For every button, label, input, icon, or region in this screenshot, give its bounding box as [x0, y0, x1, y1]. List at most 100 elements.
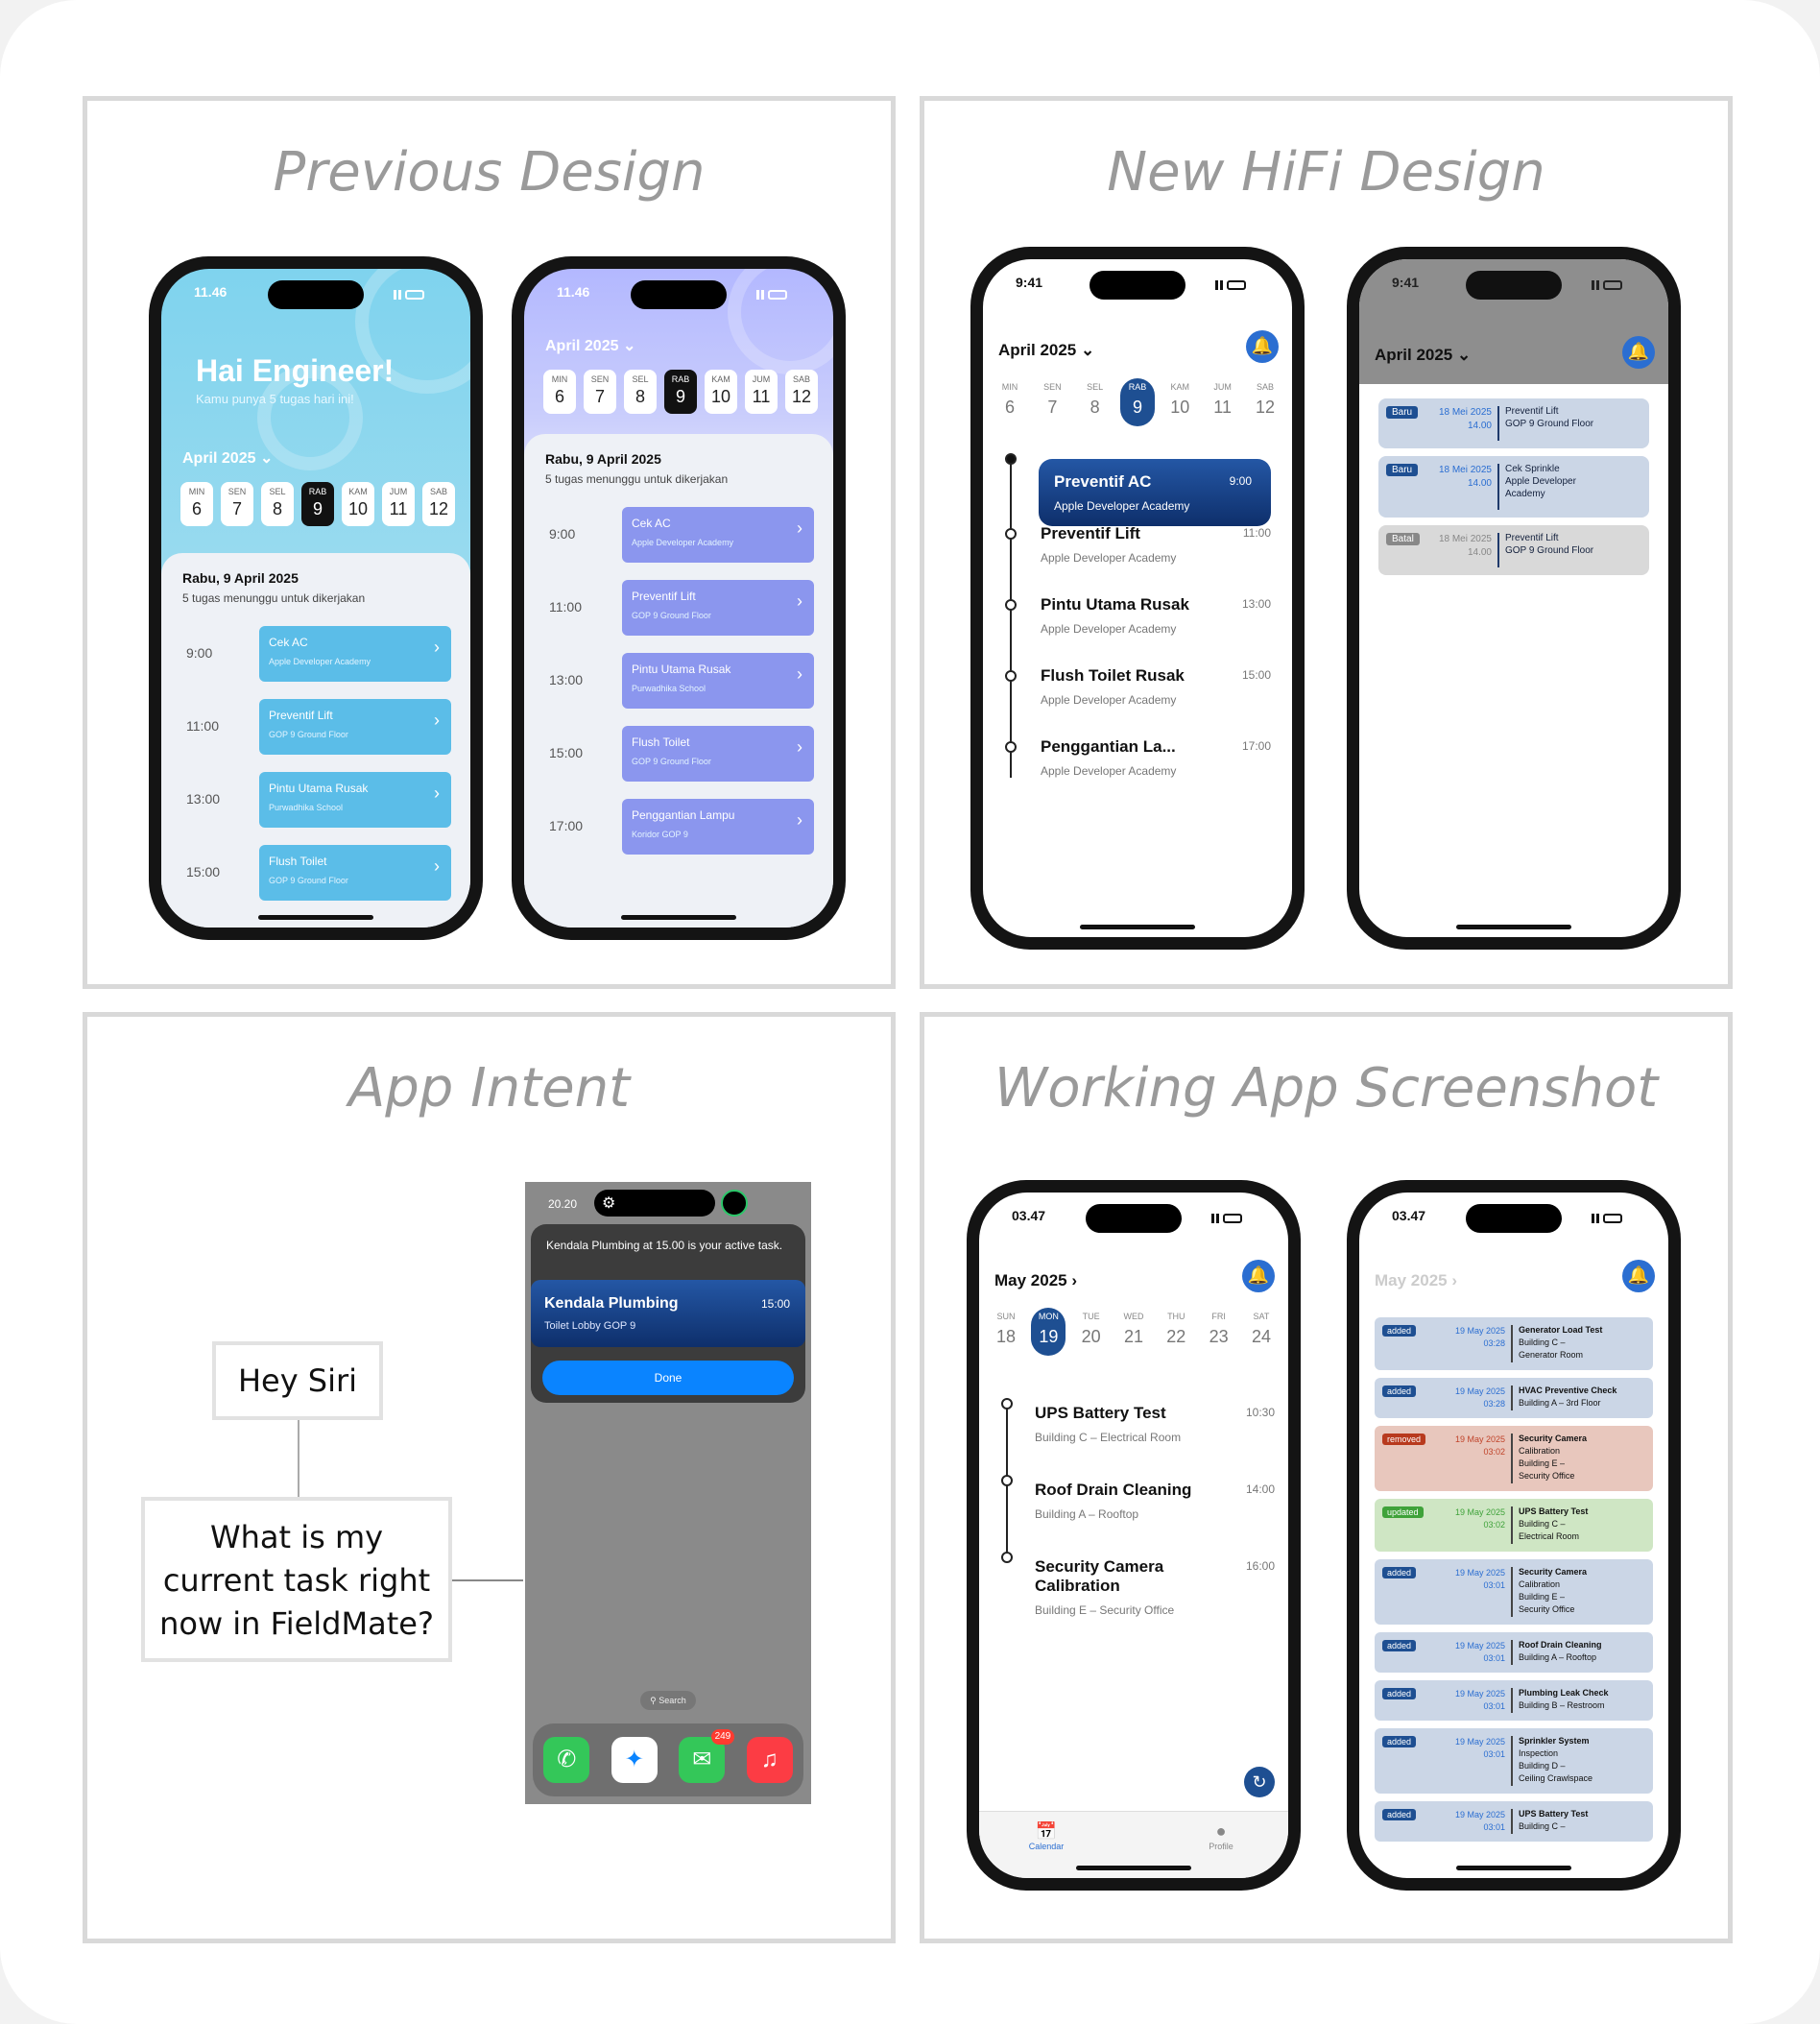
- notification-time: 14.00: [1467, 478, 1492, 489]
- task-card[interactable]: Pintu Utama Rusak Purwadhika School ›: [259, 772, 451, 828]
- log-line: UPS Battery Test: [1519, 1809, 1589, 1819]
- task-row: 15:00 Flush Toilet GOP 9 Ground Floor ›: [177, 845, 451, 901]
- change-log-item[interactable]: updated 19 May 2025 03:02 UPS Battery Test B…: [1375, 1499, 1653, 1552]
- day-12[interactable]: SAB 12: [785, 370, 818, 414]
- change-log-item[interactable]: added 19 May 2025 03:01 UPS Battery Test Bui…: [1375, 1801, 1653, 1842]
- day-20[interactable]: TUE 20: [1074, 1308, 1109, 1356]
- notification-text: Cek Sprinkle Apple Developer Academy: [1505, 463, 1643, 500]
- month-selector[interactable]: April 2025 ⌄: [545, 336, 635, 355]
- month-selector[interactable]: May 2025 ›: [994, 1271, 1077, 1290]
- day-22[interactable]: THU 22: [1159, 1308, 1193, 1356]
- day-8[interactable]: SEL 8: [261, 482, 294, 526]
- done-button[interactable]: Done: [542, 1361, 794, 1395]
- task-card[interactable]: Pintu Utama Rusak Purwadhika School ›: [622, 653, 814, 709]
- task-item[interactable]: Preventif Lift Apple Developer Academy 11:…: [1041, 524, 1271, 565]
- day-10[interactable]: KAM 10: [705, 370, 737, 414]
- change-log-item[interactable]: added 19 May 2025 03:01 Plumbing Leak Check…: [1375, 1680, 1653, 1721]
- day-18[interactable]: SUN 18: [989, 1308, 1023, 1356]
- month-selector[interactable]: May 2025 ›: [1375, 1271, 1457, 1290]
- bell-icon[interactable]: 🔔: [1622, 1260, 1655, 1292]
- day-12[interactable]: SAB 12: [1248, 378, 1282, 426]
- refresh-icon[interactable]: ↻: [1244, 1767, 1275, 1797]
- day-9[interactable]: RAB 9: [664, 370, 697, 414]
- task-item[interactable]: Penggantian La... Apple Developer Academy…: [1041, 737, 1271, 778]
- phone-hifi-1: 9:41 April 2025 ⌄ 🔔 MIN 6 SEN 7 SEL 8 RAB 9 KAM 1…: [970, 247, 1305, 950]
- tab-calendar[interactable]: 📅 Calendar: [1008, 1821, 1085, 1851]
- day-23[interactable]: FRI 23: [1202, 1308, 1236, 1356]
- task-card[interactable]: Flush Toilet GOP 9 Ground Floor ›: [259, 845, 451, 901]
- day-7[interactable]: SEN 7: [584, 370, 616, 414]
- search-icon: ⚲: [650, 1696, 657, 1705]
- task-card[interactable]: Flush Toilet GOP 9 Ground Floor ›: [622, 726, 814, 782]
- bell-icon[interactable]: 🔔: [1242, 1260, 1275, 1292]
- music-app-icon[interactable]: ♫: [746, 1737, 793, 1783]
- active-task-card[interactable]: Kendala Plumbing 15:00 Toilet Lobby GOP …: [531, 1280, 805, 1347]
- safari-app-icon[interactable]: ✦: [611, 1737, 658, 1783]
- day-7[interactable]: SEN 7: [1035, 378, 1069, 426]
- day-11[interactable]: JUM 11: [1206, 378, 1240, 426]
- day-6[interactable]: MIN 6: [180, 482, 213, 526]
- search-pill[interactable]: ⚲ Search: [640, 1691, 696, 1710]
- day-11[interactable]: JUM 11: [382, 482, 415, 526]
- change-log-item[interactable]: added 19 May 2025 03:28 HVAC Preventive Che…: [1375, 1378, 1653, 1418]
- day-8[interactable]: SEL 8: [624, 370, 657, 414]
- day-12[interactable]: SAB 12: [422, 482, 455, 526]
- notification-item[interactable]: Baru 18 Mei 2025 14.00 Cek Sprinkle Apple De…: [1378, 456, 1649, 518]
- task-item[interactable]: Security Camera Calibration Building E – …: [1035, 1557, 1275, 1617]
- log-line: Building C –: [1519, 1519, 1566, 1529]
- change-log-item[interactable]: added 19 May 2025 03:28 Generator Load Test…: [1375, 1317, 1653, 1370]
- day-11[interactable]: JUM 11: [745, 370, 778, 414]
- log-datetime: 19 May 2025 03:28: [1423, 1325, 1505, 1350]
- day-6[interactable]: MIN 6: [993, 378, 1027, 426]
- task-item[interactable]: UPS Battery Test Building C – Electrical …: [1035, 1404, 1275, 1444]
- month-selector[interactable]: April 2025 ⌄: [1375, 346, 1471, 365]
- task-card[interactable]: Penggantian Lampu Koridor GOP 9 ›: [622, 799, 814, 855]
- task-time: 14:00: [1245, 1482, 1275, 1496]
- day-10[interactable]: KAM 10: [342, 482, 374, 526]
- month-selector[interactable]: April 2025 ⌄: [182, 448, 273, 468]
- tab-profile[interactable]: ● Profile: [1183, 1821, 1259, 1851]
- change-log-item[interactable]: added 19 May 2025 03:01 Security Camera Cali…: [1375, 1559, 1653, 1625]
- month-selector[interactable]: April 2025 ⌄: [998, 341, 1094, 360]
- status-badge: added: [1382, 1567, 1417, 1578]
- day-19[interactable]: MON 19: [1031, 1308, 1066, 1356]
- day-label: JUM: [752, 374, 771, 384]
- notification-item[interactable]: Baru 18 Mei 2025 14.00 Preventif Lift GOP 9 …: [1378, 398, 1649, 448]
- day-number: 6: [1004, 398, 1015, 417]
- change-log-item[interactable]: added 19 May 2025 03:01 Roof Drain Cleaning…: [1375, 1632, 1653, 1673]
- chevron-right-icon: ›: [797, 591, 802, 611]
- task-card[interactable]: Cek AC Apple Developer Academy ›: [259, 626, 451, 682]
- day-8[interactable]: SEL 8: [1078, 378, 1113, 426]
- change-log-item[interactable]: removed 19 May 2025 03:02 Security Camera Ca…: [1375, 1426, 1653, 1491]
- day-7[interactable]: SEN 7: [221, 482, 253, 526]
- task-card[interactable]: Cek AC Apple Developer Academy ›: [622, 507, 814, 563]
- task-item[interactable]: Preventif AC Apple Developer Academy 9:00: [1039, 459, 1271, 526]
- task-item[interactable]: Pintu Utama Rusak Apple Developer Academy…: [1041, 595, 1271, 636]
- canvas: Previous Design 11.46 Hai Engineer! Kamu…: [0, 0, 1820, 2024]
- task-row: 13:00 Pintu Utama Rusak Purwadhika School ›: [177, 772, 451, 828]
- task-time: 9:00: [1229, 474, 1252, 488]
- day-21[interactable]: WED 21: [1116, 1308, 1151, 1356]
- task-name: Pintu Utama Rusak: [269, 782, 369, 795]
- change-log-item[interactable]: added 19 May 2025 03:01 Sprinkler System Ins…: [1375, 1728, 1653, 1794]
- log-line: Security Camera: [1519, 1567, 1588, 1577]
- day-24[interactable]: SAT 24: [1244, 1308, 1279, 1356]
- phone-app-icon[interactable]: ✆: [543, 1737, 590, 1783]
- day-6[interactable]: MIN 6: [543, 370, 576, 414]
- day-label: SEN: [228, 487, 247, 496]
- messages-app-icon[interactable]: ✉ 249: [679, 1729, 735, 1783]
- chevron-right-icon: ›: [434, 783, 440, 803]
- day-10[interactable]: KAM 10: [1162, 378, 1197, 426]
- bell-icon[interactable]: 🔔: [1246, 330, 1279, 363]
- day-number: 10: [710, 387, 731, 406]
- task-card[interactable]: Preventif Lift GOP 9 Ground Floor ›: [259, 699, 451, 755]
- day-9[interactable]: RAB 9: [301, 482, 334, 526]
- task-item[interactable]: Roof Drain Cleaning Building A – Rooftop 1…: [1035, 1481, 1275, 1521]
- bell-icon[interactable]: 🔔: [1622, 336, 1655, 369]
- task-card[interactable]: Preventif Lift GOP 9 Ground Floor ›: [622, 580, 814, 636]
- task-time: 9:00: [549, 526, 576, 542]
- notification-item[interactable]: Batal 18 Mei 2025 14.00 Preventif Lift GOP 9…: [1378, 525, 1649, 575]
- task-item[interactable]: Flush Toilet Rusak Apple Developer Academ…: [1041, 666, 1271, 707]
- task-name: UPS Battery Test: [1035, 1404, 1166, 1422]
- day-9[interactable]: RAB 9: [1119, 378, 1155, 426]
